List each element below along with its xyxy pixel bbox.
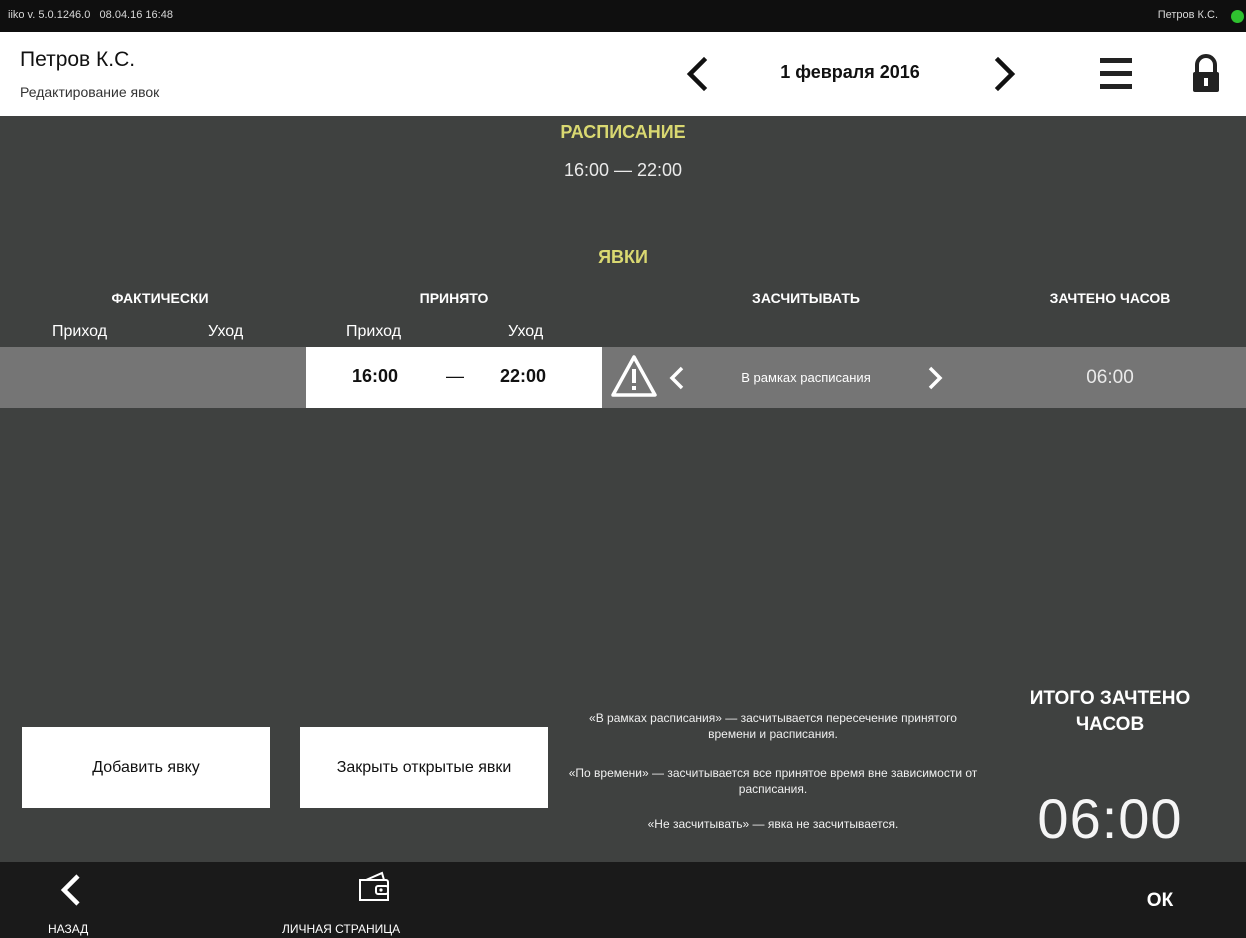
wallet-icon: [359, 871, 389, 901]
mode-next-button[interactable]: [920, 360, 948, 396]
legend-time: «По времени» — засчитывается все принято…: [568, 766, 978, 796]
menu-button[interactable]: [1096, 54, 1136, 94]
column-counted-hours: ЗАЧТЕНО ЧАСОВ: [1049, 290, 1171, 306]
header: Петров К.С. Редактирование явок 1 феврал…: [0, 32, 1246, 116]
lock-icon: [1193, 54, 1219, 92]
next-date-button[interactable]: [984, 52, 1024, 96]
column-actual: ФАКТИЧЕСКИ: [111, 290, 209, 306]
mode-previous-button[interactable]: [664, 360, 692, 396]
count-mode-value: В рамках расписания: [741, 370, 871, 385]
legend-schedule: «В рамках расписания» — засчитывается пе…: [589, 711, 957, 741]
page-subtitle: Редактирование явок: [20, 84, 160, 100]
status-version: iiko v. 5.0.1246.0 08.04.16 16:48: [8, 9, 173, 21]
add-attendance-button[interactable]: Добавить явку: [22, 727, 270, 808]
total-hours-value: 06:00: [1037, 787, 1183, 850]
accepted-arrival-header: Приход: [346, 323, 402, 340]
back-label: НАЗАД: [48, 922, 89, 936]
lock-button[interactable]: [1188, 52, 1224, 96]
current-date: 1 февраля 2016: [780, 62, 920, 82]
schedule-time: 16:00 — 22:00: [563, 160, 683, 180]
hamburger-menu-icon: [1100, 58, 1132, 89]
back-button[interactable]: НАЗАД: [40, 868, 110, 936]
ok-button[interactable]: ОК: [1130, 890, 1190, 912]
schedule-title: РАСПИСАНИЕ: [560, 122, 686, 142]
actual-departure-header: Уход: [208, 323, 244, 340]
accepted-departure-header: Уход: [508, 323, 544, 340]
attendance-title: ЯВКИ: [598, 247, 648, 267]
accepted-time-cell[interactable]: 16:00 — 22:00: [306, 347, 602, 408]
connection-status-icon: [1231, 10, 1244, 23]
chevron-left-icon: [60, 874, 80, 906]
employee-name: Петров К.С.: [20, 48, 136, 71]
previous-date-button[interactable]: [678, 52, 718, 96]
time-separator: —: [446, 366, 464, 386]
accepted-arrival-time[interactable]: 16:00: [352, 366, 398, 387]
chevron-left-icon: [686, 56, 708, 92]
status-datetime: 08.04.16 16:48: [99, 9, 173, 21]
column-count-as: ЗАСЧИТЫВАТЬ: [752, 290, 860, 306]
warning-icon: [610, 352, 658, 400]
status-user: Петров К.С.: [1157, 9, 1218, 21]
column-accepted: ПРИНЯТО: [419, 290, 489, 306]
legend-none: «Не засчитывать» — явка не засчитывается…: [647, 817, 899, 831]
status-bar: iiko v. 5.0.1246.0 08.04.16 16:48 Петров…: [0, 0, 1246, 32]
actual-arrival-header: Приход: [52, 323, 108, 340]
personal-page-label: ЛИЧНАЯ СТРАНИЦА: [282, 922, 401, 936]
chevron-right-icon: [994, 56, 1016, 92]
personal-page-button[interactable]: ЛИЧНАЯ СТРАНИЦА: [276, 868, 456, 936]
close-open-attendances-button[interactable]: Закрыть открытые явки: [300, 727, 548, 808]
accepted-departure-time[interactable]: 22:00: [500, 366, 546, 387]
chevron-right-icon: [928, 366, 943, 390]
counted-hours-value: 06:00: [1086, 367, 1134, 388]
chevron-left-icon: [669, 366, 684, 390]
total-hours-title: ИТОГО ЗАЧТЕНО ЧАСОВ: [1029, 688, 1191, 735]
footer-bar: НАЗАД ЛИЧНАЯ СТРАНИЦА ОК: [0, 862, 1246, 938]
